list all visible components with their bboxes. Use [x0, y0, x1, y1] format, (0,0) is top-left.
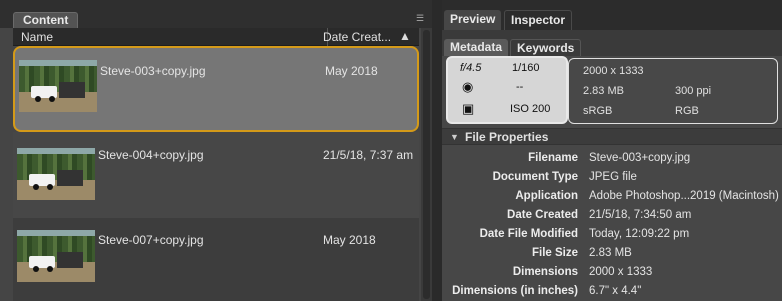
metadata-tab-bar: Metadata Keywords: [442, 30, 782, 56]
property-value: 6.7" x 4.4": [589, 285, 642, 297]
tab-content[interactable]: Content: [13, 12, 79, 28]
property-key: Dimensions (in inches): [452, 285, 578, 297]
aperture-value: f/4.5: [460, 62, 482, 74]
column-date-header[interactable]: Date Creat...: [323, 30, 391, 44]
scrollbar-thumb[interactable]: [423, 30, 430, 299]
thumbnail-image: [19, 60, 97, 112]
camera-icon: ▣: [462, 101, 475, 116]
tab-metadata[interactable]: Metadata: [444, 39, 509, 56]
property-row: Date File Modified Today, 12:09:22 pm: [442, 225, 782, 244]
property-value: Steve-003+copy.jpg: [589, 152, 691, 164]
file-date: 21/5/18, 7:37 am: [323, 148, 414, 162]
content-tab-bar: Content ☰: [0, 0, 432, 28]
property-key: Date File Modified: [479, 228, 578, 240]
list-item[interactable]: Steve-003+copy.jpg May 2018: [13, 46, 419, 132]
column-header: Name Date Creat... ▲: [13, 28, 419, 46]
property-key: Date Created: [507, 209, 578, 221]
section-title: File Properties: [465, 130, 549, 144]
panel-tab-bar: Preview Inspector: [442, 0, 782, 30]
file-name: Steve-003+copy.jpg: [100, 64, 206, 78]
tab-preview[interactable]: Preview: [444, 10, 502, 30]
image-info-box: 2000 x 1333 2.83 MB 300 ppi sRGB RGB: [568, 58, 778, 124]
property-row: File Size 2.83 MB: [442, 244, 782, 263]
image-resolution: 300 ppi: [675, 85, 712, 97]
file-date: May 2018: [325, 64, 378, 78]
thumbnail-image: [17, 230, 95, 282]
image-dimensions: 2000 x 1333: [583, 65, 644, 77]
inspector-panel: Preview Inspector Metadata Keywords f/4.…: [442, 0, 782, 301]
list-item[interactable]: Steve-007+copy.jpg May 2018: [13, 218, 419, 301]
property-value: JPEG file: [589, 171, 637, 183]
file-date: May 2018: [323, 233, 376, 247]
color-profile: sRGB: [583, 105, 613, 117]
property-row: Dimensions 2000 x 1333: [442, 263, 782, 282]
property-key: File Size: [531, 247, 578, 259]
property-row: Document Type JPEG file: [442, 168, 782, 187]
iso-value: ISO 200: [510, 103, 551, 115]
property-key: Document Type: [492, 171, 578, 183]
file-properties-list: Filename Steve-003+copy.jpg Document Typ…: [442, 146, 782, 301]
disclosure-triangle-icon[interactable]: ▼: [450, 132, 459, 142]
property-value: Adobe Photoshop...2019 (Macintosh): [589, 190, 779, 202]
panel-divider[interactable]: [432, 0, 442, 301]
sort-ascending-icon[interactable]: ▲: [399, 29, 411, 43]
file-name: Steve-004+copy.jpg: [98, 148, 204, 162]
property-value: 2.83 MB: [589, 247, 632, 259]
shutter-value: 1/160: [512, 62, 540, 74]
file-name: Steve-007+copy.jpg: [98, 233, 204, 247]
property-key: Application: [515, 190, 578, 202]
thumbnail-image: [17, 148, 95, 200]
file-list: Steve-003+copy.jpg May 2018 Steve-004+co…: [13, 46, 419, 301]
metering-icon: ◉: [462, 79, 474, 94]
property-row: Date Created 21/5/18, 7:34:50 am: [442, 206, 782, 225]
column-name-header[interactable]: Name: [21, 30, 53, 44]
panel-menu-icon[interactable]: ☰: [416, 13, 430, 23]
list-scrollbar[interactable]: [421, 28, 432, 301]
property-value: 21/5/18, 7:34:50 am: [589, 209, 692, 221]
camera-data-box: f/4.5 1/160 ◉ -- ▣ ISO 200: [446, 56, 568, 124]
property-row: Filename Steve-003+copy.jpg: [442, 149, 782, 168]
property-value: 2000 x 1333: [589, 266, 653, 278]
property-row: Application Adobe Photoshop...2019 (Maci…: [442, 187, 782, 206]
content-panel: Content ☰ Name Date Creat... ▲ Steve-003…: [0, 0, 432, 301]
metering-value: --: [516, 81, 524, 93]
property-key: Dimensions: [512, 266, 578, 278]
property-row: Dimensions (in inches) 6.7" x 4.4": [442, 282, 782, 301]
property-key: Filename: [528, 152, 578, 164]
tab-inspector[interactable]: Inspector: [504, 10, 573, 30]
tab-keywords[interactable]: Keywords: [510, 39, 582, 56]
list-item[interactable]: Steve-004+copy.jpg 21/5/18, 7:37 am: [13, 132, 419, 218]
image-size: 2.83 MB: [583, 85, 624, 97]
property-value: Today, 12:09:22 pm: [589, 228, 690, 240]
color-mode: RGB: [675, 105, 699, 117]
file-properties-header[interactable]: ▼ File Properties: [442, 128, 782, 145]
